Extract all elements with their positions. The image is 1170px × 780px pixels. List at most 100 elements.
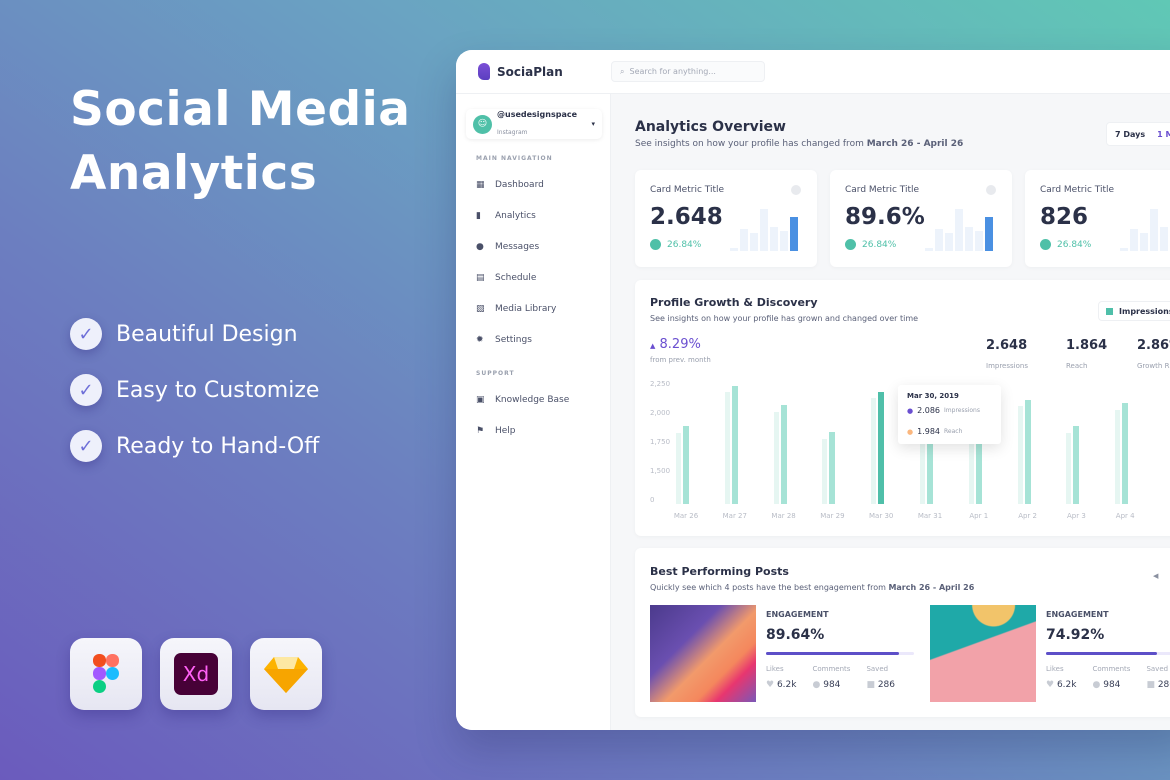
page-title: Analytics Overview — [635, 119, 786, 135]
x-tick-label: Mar 27 — [722, 512, 747, 520]
nav-label: Help — [495, 426, 516, 436]
metric-value: 89.6% — [845, 204, 925, 230]
change-value: 26.84% — [1057, 239, 1092, 250]
sidebar-item-dashboard[interactable]: ▦ Dashboard — [476, 180, 544, 190]
stat-value: 2.86% — [1137, 338, 1170, 353]
y-tick-label: 2,000 — [650, 409, 671, 417]
metric-card: Card Metric Title 826 26.84% — [1025, 170, 1170, 267]
bar-impressions[interactable] — [878, 392, 885, 504]
feature-label: Easy to Customize — [116, 377, 320, 403]
date-range: March 26 - April 26 — [866, 139, 964, 149]
bar-reach[interactable] — [1115, 409, 1121, 504]
xd-label: Xd — [174, 653, 218, 695]
trend-up-icon — [1040, 239, 1051, 250]
bar-reach[interactable] — [822, 438, 828, 504]
period-7-days[interactable]: 7 Days — [1115, 130, 1145, 139]
calendar-icon: ▤ — [476, 272, 485, 283]
bar-impressions[interactable] — [1073, 425, 1080, 504]
post-item[interactable]: ENGAGEMENT 74.92% Likes ♥ 6.2k Comments ● 98… — [930, 605, 1170, 702]
account-network: Instagram — [497, 129, 528, 136]
sidebar-item-analytics[interactable]: ▮ Analytics — [476, 211, 536, 221]
check-icon: ✓ — [70, 374, 102, 406]
app-logo[interactable]: SociaPlan — [478, 63, 563, 80]
x-tick-label: Mar 31 — [917, 512, 943, 520]
sparkline — [730, 206, 798, 251]
trend-up-icon — [650, 239, 661, 250]
change-value: 26.84% — [862, 239, 897, 250]
post-item[interactable]: ENGAGEMENT 89.64% Likes ♥ 6.2k Comments ● 98… — [650, 605, 914, 702]
chart-tooltip: Mar 30, 2019 ● 2.086 Impressions ● 1.984 Rea… — [898, 385, 1001, 444]
metric-title: Card Metric Title — [845, 185, 920, 195]
bar-reach[interactable] — [1017, 406, 1023, 504]
sidebar-item-media-library[interactable]: ▧ Media Library — [476, 304, 556, 314]
x-tick-label: Mar 30 — [869, 512, 894, 520]
nav-label: Dashboard — [495, 180, 544, 190]
tooltip-impressions-value: 2.086 — [917, 406, 941, 415]
folder-icon: ■ — [1146, 680, 1155, 690]
info-icon[interactable] — [791, 185, 801, 195]
posts-card: Best Performing Posts Quickly see which … — [635, 548, 1170, 717]
y-tick-label: 2,250 — [650, 380, 671, 388]
bar-impressions[interactable] — [1024, 400, 1031, 504]
saved-stat: Saved ■ 286 — [866, 665, 895, 690]
nav-label: Schedule — [495, 273, 537, 283]
bar-reach[interactable] — [773, 411, 779, 504]
bar-chart-icon: ▮ — [476, 210, 481, 221]
feature-item: ✓ Beautiful Design — [70, 318, 298, 350]
likes-value: 6.2k — [1056, 680, 1077, 690]
trend-up-icon — [845, 239, 856, 250]
heart-icon: ♥ — [1046, 680, 1055, 690]
metric-value: 2.648 — [650, 204, 723, 230]
bar-impressions[interactable] — [683, 425, 689, 504]
bar-impressions[interactable] — [829, 431, 836, 504]
x-tick-label: Apr 1 — [969, 512, 989, 520]
chevron-down-icon: ▾ — [591, 120, 595, 128]
bar-reach[interactable] — [871, 397, 877, 504]
x-tick-label: Apr 2 — [1018, 512, 1037, 520]
stat-label: Growth R — [1137, 362, 1170, 370]
sidebar-item-knowledge-base[interactable]: ▣ Knowledge Base — [476, 395, 569, 405]
post-image[interactable] — [650, 605, 756, 702]
sidebar-item-messages[interactable]: ● Messages — [476, 242, 539, 252]
prev-arrow-icon[interactable]: ◀ — [1153, 572, 1158, 580]
metric-title: Card Metric Title — [1040, 185, 1115, 195]
bar-reach[interactable] — [724, 392, 730, 504]
hero-title: Social Media Analytics — [70, 78, 410, 206]
bar-reach[interactable] — [676, 432, 681, 504]
comments-value: 984 — [823, 680, 841, 690]
feature-item: ✓ Easy to Customize — [70, 374, 319, 406]
saved-stat: Saved ■ 286 — [1146, 665, 1170, 690]
y-tick-label: 0 — [650, 496, 655, 504]
metric-change: 26.84% — [650, 239, 701, 250]
x-tick-label: Mar 29 — [820, 512, 845, 520]
growth-change: ▲ 8.29% — [650, 337, 701, 352]
growth-change-value: 8.29% — [659, 337, 701, 352]
bar-impressions[interactable] — [1122, 402, 1129, 504]
sidebar-item-schedule[interactable]: ▤ Schedule — [476, 273, 536, 283]
account-switcher[interactable]: ☺ @usedesignspace Instagram ▾ — [466, 109, 602, 139]
info-icon[interactable] — [986, 185, 996, 195]
sidebar-item-settings[interactable]: ✹ Settings — [476, 335, 532, 345]
engagement-value: 74.92% — [1046, 627, 1105, 643]
feature-label: Beautiful Design — [116, 321, 298, 347]
engagement-label: ENGAGEMENT — [766, 610, 829, 619]
period-1-month[interactable]: 1 M — [1157, 130, 1170, 139]
growth-card: Profile Growth & Discovery See insights … — [635, 280, 1170, 536]
bar-impressions[interactable] — [731, 386, 738, 504]
search-input[interactable]: ⌕ Search for anything... — [611, 61, 765, 82]
logo-icon — [478, 63, 490, 80]
tooltip-reach-label: Reach — [944, 428, 963, 435]
metric-card: Card Metric Title 2.648 26.84% — [635, 170, 817, 267]
growth-change-label: from prev. month — [650, 356, 711, 364]
post-image[interactable] — [930, 605, 1036, 702]
bar-reach[interactable] — [1066, 432, 1072, 504]
tooltip-impressions-label: Impressions — [944, 407, 980, 414]
sidebar-item-help[interactable]: ⚑ Help — [476, 426, 516, 436]
main-nav-heading: MAIN NAVIGATION — [476, 155, 553, 162]
legend-impressions[interactable]: Impressions — [1098, 301, 1170, 321]
reach-icon: ● — [907, 427, 914, 436]
support-heading: SUPPORT — [476, 370, 515, 377]
engagement-progress — [766, 652, 914, 655]
bar-impressions[interactable] — [780, 404, 787, 504]
subtitle-text: See insights on how your profile has cha… — [635, 139, 867, 149]
